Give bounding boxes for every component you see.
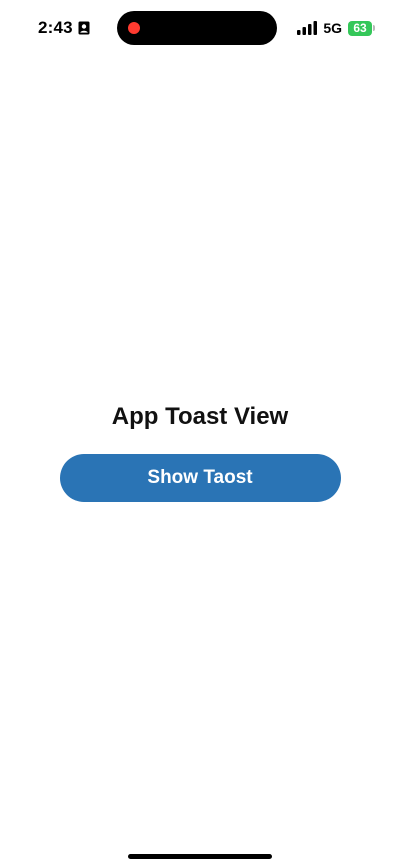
- screen-recording-indicator: [128, 22, 140, 34]
- home-indicator[interactable]: [128, 854, 272, 859]
- battery-level: 63: [348, 20, 372, 36]
- status-right: 5G 63: [297, 18, 375, 38]
- cellular-signal-icon: [297, 21, 318, 35]
- status-time: 2:43: [38, 18, 73, 37]
- page-title: App Toast View: [111, 403, 289, 430]
- battery-charging-icon: 63: [348, 20, 375, 36]
- network-type: 5G: [323, 20, 342, 36]
- dynamic-island: [117, 11, 277, 45]
- battery-cap: [373, 25, 375, 31]
- contact-card-icon: [78, 21, 90, 35]
- show-toast-button[interactable]: Show Taost: [59, 454, 341, 502]
- status-bar: 2:43 5G 63: [0, 0, 400, 56]
- main-content: App Toast View Show Taost: [0, 400, 400, 502]
- status-left: 2:43: [38, 17, 90, 39]
